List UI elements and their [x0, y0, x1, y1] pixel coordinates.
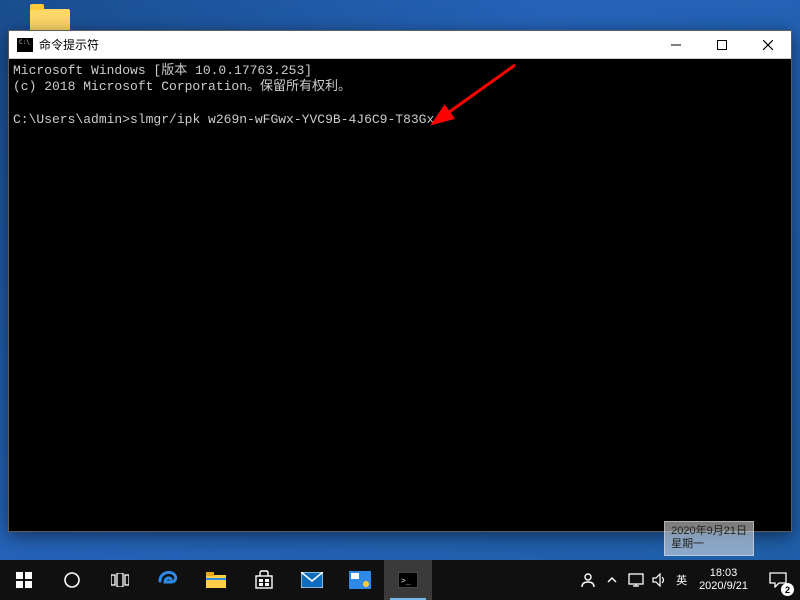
notification-badge: 2	[781, 583, 794, 596]
tray-ime-indicator[interactable]: 英	[672, 572, 691, 588]
taskbar: >_ 英 18:03 2020/9/21 2	[0, 560, 800, 600]
tray-people-icon[interactable]	[576, 560, 600, 600]
terminal-command: slmgr/ipk w269n-wFGwx-YVC9B-4J6C9-T83Gx	[130, 112, 434, 127]
tooltip-date: 2020年9月21日	[671, 525, 747, 539]
task-view-button[interactable]	[96, 560, 144, 600]
window-title: 命令提示符	[39, 36, 653, 53]
taskbar-cmd-icon[interactable]: >_	[384, 560, 432, 600]
command-prompt-window: 命令提示符 Microsoft Windows [版本 10.0.17763.2…	[8, 30, 792, 532]
clock-time: 18:03	[699, 567, 748, 580]
taskbar-file-explorer-icon[interactable]	[192, 560, 240, 600]
action-center-button[interactable]: 2	[756, 560, 800, 600]
maximize-button[interactable]	[699, 31, 745, 59]
taskbar-store-icon[interactable]	[240, 560, 288, 600]
title-bar[interactable]: 命令提示符	[9, 31, 791, 59]
start-button[interactable]	[0, 560, 48, 600]
taskbar-mail-icon[interactable]	[288, 560, 336, 600]
taskbar-clock[interactable]: 18:03 2020/9/21	[691, 567, 756, 592]
terminal-output[interactable]: Microsoft Windows [版本 10.0.17763.253] (c…	[9, 59, 791, 531]
tray-chevron-up-icon[interactable]	[600, 560, 624, 600]
tray-network-icon[interactable]	[624, 560, 648, 600]
cmd-icon	[17, 38, 33, 52]
clock-tooltip: 2020年9月21日 星期一	[664, 521, 754, 557]
terminal-line-copyright: (c) 2018 Microsoft Corporation。保留所有权利。	[13, 79, 351, 94]
cortana-search-button[interactable]	[48, 560, 96, 600]
terminal-line-version: Microsoft Windows [版本 10.0.17763.253]	[13, 63, 312, 78]
taskbar-app-icon[interactable]	[336, 560, 384, 600]
taskbar-edge-icon[interactable]	[144, 560, 192, 600]
svg-text:>_: >_	[401, 576, 411, 585]
close-button[interactable]	[745, 31, 791, 59]
tooltip-weekday: 星期一	[671, 538, 747, 552]
tray-volume-icon[interactable]	[648, 560, 672, 600]
terminal-prompt: C:\Users\admin>	[13, 112, 130, 127]
minimize-button[interactable]	[653, 31, 699, 59]
clock-date: 2020/9/21	[699, 580, 748, 593]
